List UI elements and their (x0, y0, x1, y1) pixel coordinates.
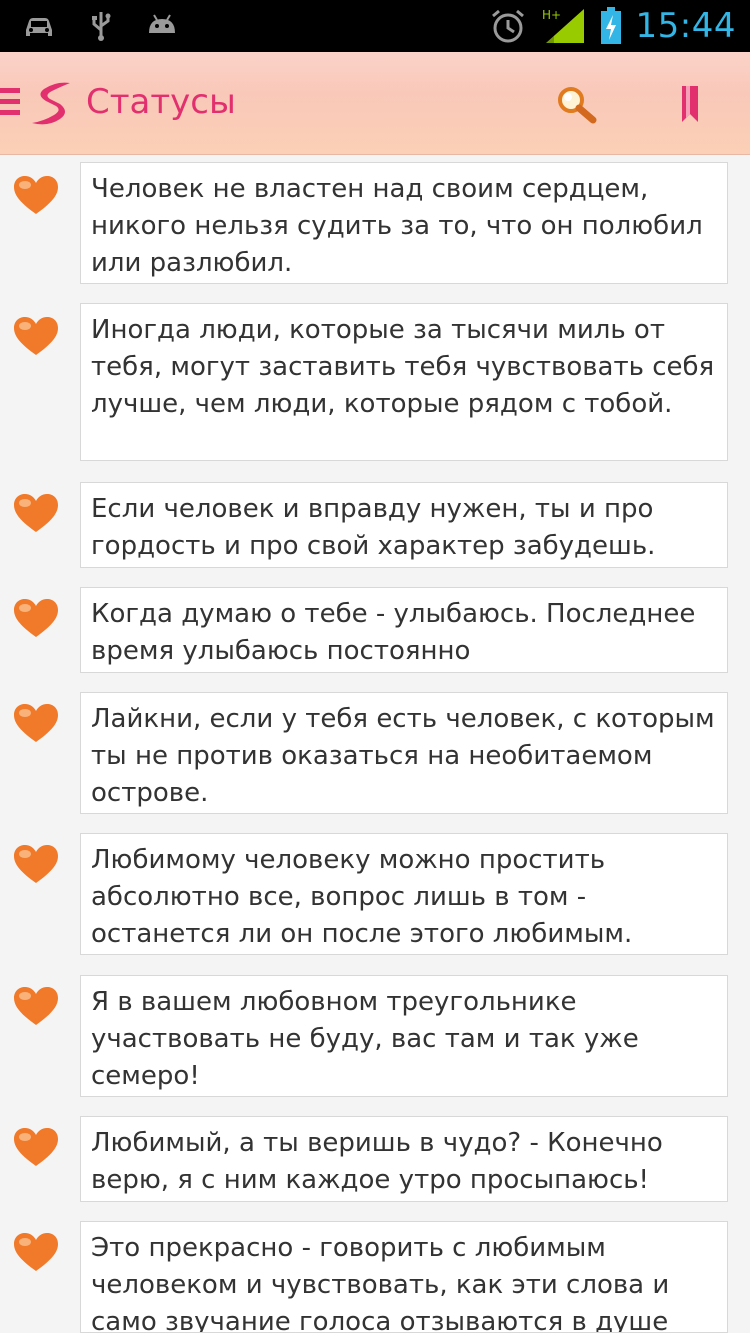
list-item[interactable]: Иногда люди, которые за тысячи миль от т… (0, 303, 750, 473)
usb-icon (92, 12, 111, 41)
status-text[interactable]: Иногда люди, которые за тысячи миль от т… (80, 303, 728, 461)
status-text[interactable]: Я в вашем любовном треугольнике участвов… (80, 975, 728, 1097)
action-bar: Статусы (0, 52, 750, 155)
list-item[interactable]: Любимому человеку можно простить абсолют… (0, 833, 750, 965)
app-logo-icon[interactable] (30, 79, 74, 129)
page-title: Статусы (86, 82, 236, 122)
status-text[interactable]: Любимому человеку можно простить абсолют… (80, 833, 728, 955)
heart-icon (14, 317, 58, 355)
list-item[interactable]: Человек не властен над своим сердцем, ни… (0, 162, 750, 294)
list-item[interactable]: Это прекрасно - говорить с любимым челов… (0, 1221, 750, 1333)
heart-icon (14, 599, 58, 637)
car-icon (26, 18, 52, 36)
notification-icons (22, 10, 178, 42)
heart-icon (14, 176, 58, 214)
status-text[interactable]: Если человек и вправду нужен, ты и про г… (80, 482, 728, 568)
signal-icon: H+ (542, 8, 584, 43)
list-item[interactable]: Лайкни, если у тебя есть человек, с кото… (0, 692, 750, 824)
list-item[interactable]: Когда думаю о тебе - улыбаюсь. Последнее… (0, 587, 750, 685)
android-icon (149, 14, 175, 33)
system-icons: H+ 15:44 (490, 6, 736, 46)
heart-icon (14, 704, 58, 742)
heart-icon (14, 1233, 58, 1271)
status-bar: H+ 15:44 (0, 0, 750, 52)
status-text[interactable]: Человек не властен над своим сердцем, ни… (80, 162, 728, 284)
status-text[interactable]: Лайкни, если у тебя есть человек, с кото… (80, 692, 728, 814)
search-icon[interactable] (555, 84, 597, 126)
list-item[interactable]: Если человек и вправду нужен, ты и про г… (0, 482, 750, 580)
clock-time: 15:44 (635, 6, 736, 46)
list-item[interactable]: Любимый, а ты веришь в чудо? - Конечно в… (0, 1116, 750, 1214)
status-text[interactable]: Когда думаю о тебе - улыбаюсь. Последнее… (80, 587, 728, 673)
heart-icon (14, 494, 58, 532)
svg-text:H+: H+ (542, 8, 561, 22)
menu-icon[interactable] (0, 88, 20, 118)
status-text[interactable]: Это прекрасно - говорить с любимым челов… (80, 1221, 728, 1333)
battery-charging-icon (600, 7, 621, 44)
alarm-icon (491, 9, 524, 43)
list-item[interactable]: Я в вашем любовном треугольнике участвов… (0, 975, 750, 1107)
heart-icon (14, 987, 58, 1025)
status-text[interactable]: Любимый, а ты веришь в чудо? - Конечно в… (80, 1116, 728, 1202)
bookmark-icon[interactable] (680, 86, 700, 122)
heart-icon (14, 845, 58, 883)
heart-icon (14, 1128, 58, 1166)
